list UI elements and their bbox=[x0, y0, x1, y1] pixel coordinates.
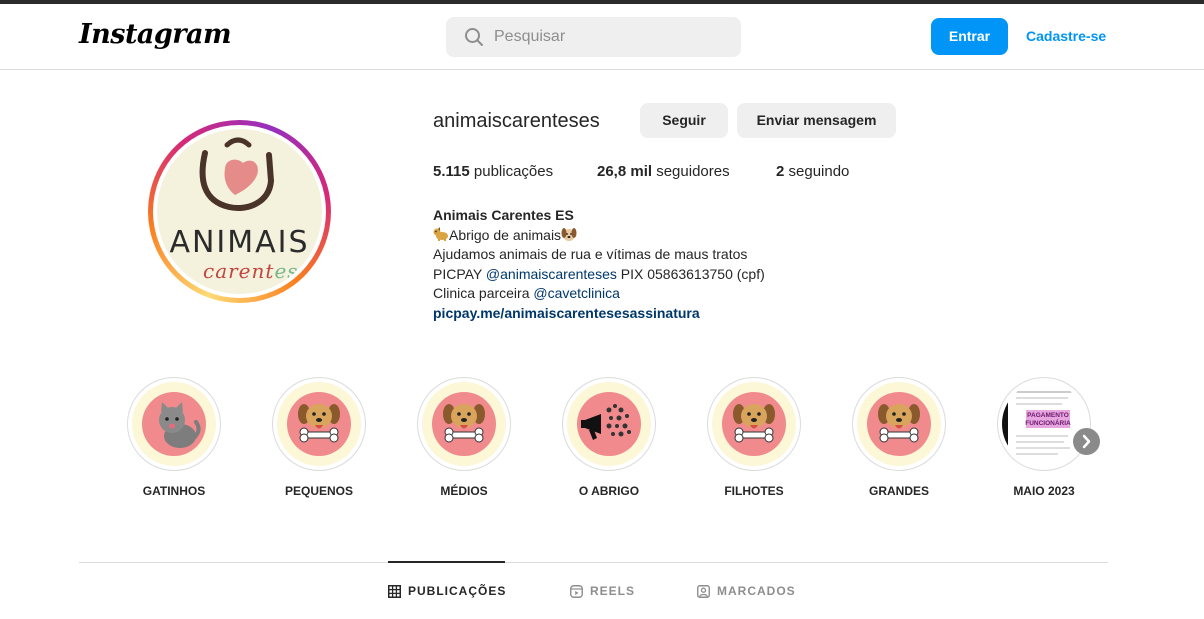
tagged-icon bbox=[697, 585, 710, 598]
profile-avatar: ANIMAIS carentes bbox=[157, 129, 322, 294]
tab-label: MARCADOS bbox=[717, 584, 796, 598]
highlight-label: O ABRIGO bbox=[578, 484, 640, 498]
profile-avatar-ring[interactable]: ANIMAIS carentes bbox=[148, 120, 331, 303]
dog-bone-icon bbox=[878, 404, 920, 443]
dog-face-emoji-icon bbox=[561, 227, 577, 241]
dog-emoji-icon bbox=[433, 226, 448, 241]
avatar-logo-text: ANIMAIS bbox=[169, 225, 310, 260]
top-navbar: Instagram Entrar Cadastre-se bbox=[0, 4, 1204, 70]
following-count[interactable]: 2 seguindo bbox=[776, 163, 849, 180]
tabs-divider bbox=[79, 562, 1108, 563]
active-tab-indicator bbox=[388, 561, 505, 563]
highlight-label: PEQUENOS bbox=[284, 484, 353, 498]
bio-line-description: Ajudamos animais de rua e vítimas de mau… bbox=[433, 246, 748, 262]
send-message-button[interactable]: Enviar mensagem bbox=[737, 103, 896, 138]
highlight-label: MÉDIOS bbox=[440, 484, 488, 498]
tab-publicacoes[interactable]: PUBLICAÇÕES bbox=[388, 584, 508, 599]
picpay-mention-link[interactable]: @animaiscarenteses bbox=[486, 266, 617, 282]
tab-marcados[interactable]: MARCADOS bbox=[697, 584, 807, 599]
dog-bone-icon bbox=[733, 404, 775, 443]
highlight-label: GRANDES bbox=[868, 484, 929, 498]
highlight-label: FILHOTES bbox=[724, 484, 784, 498]
profile-full-name: Animais Carentes ES bbox=[433, 207, 574, 223]
bio-line-clinic: Clinica parceira @cavetclinica bbox=[433, 285, 620, 301]
chevron-right-icon bbox=[1082, 434, 1091, 449]
avatar-logo-subtext: carentes bbox=[203, 259, 299, 283]
posts-count: 5.115 publicações bbox=[433, 163, 554, 180]
bio-line-shelter: Abrigo de animais bbox=[433, 226, 765, 246]
highlight-label: MAIO 2023 bbox=[1013, 484, 1075, 498]
bio-line-picpay: PICPAY @animaiscarenteses PIX 0586361375… bbox=[433, 265, 765, 282]
megaphone-icon bbox=[581, 404, 631, 440]
highlights-next-button[interactable] bbox=[1073, 428, 1100, 455]
search-icon bbox=[465, 28, 483, 46]
search-box[interactable] bbox=[446, 17, 741, 57]
doc-stamp-text-2: FUNCIONÁRIA bbox=[1025, 418, 1071, 427]
search-input[interactable] bbox=[494, 17, 729, 57]
dog-bone-icon bbox=[298, 404, 340, 443]
signup-link[interactable]: Cadastre-se bbox=[1026, 18, 1106, 55]
tab-label: PUBLICAÇÕES bbox=[408, 584, 507, 598]
tab-label: REELS bbox=[590, 584, 636, 598]
instagram-logo[interactable]: Instagram bbox=[79, 19, 232, 50]
highlight-label: GATINHOS bbox=[142, 484, 206, 498]
profile-bio: Animais Carentes ES Abrigo de animais Aj… bbox=[433, 206, 765, 323]
login-button[interactable]: Entrar bbox=[931, 18, 1008, 55]
bio-external-link[interactable]: picpay.me/animaiscarentesesassinatura bbox=[433, 304, 765, 324]
follow-button[interactable]: Seguir bbox=[640, 103, 728, 138]
dog-bone-icon bbox=[443, 404, 485, 443]
grid-icon bbox=[388, 585, 401, 598]
doc-stamp-text: PAGAMENTO bbox=[1027, 412, 1069, 419]
reels-icon bbox=[570, 585, 583, 598]
clinic-mention-link[interactable]: @cavetclinica bbox=[533, 285, 620, 301]
cat-icon bbox=[159, 402, 201, 448]
followers-count[interactable]: 26,8 mil seguidores bbox=[597, 163, 730, 180]
profile-username: animaiscarenteses bbox=[433, 110, 600, 132]
tab-reels[interactable]: REELS bbox=[570, 584, 640, 599]
